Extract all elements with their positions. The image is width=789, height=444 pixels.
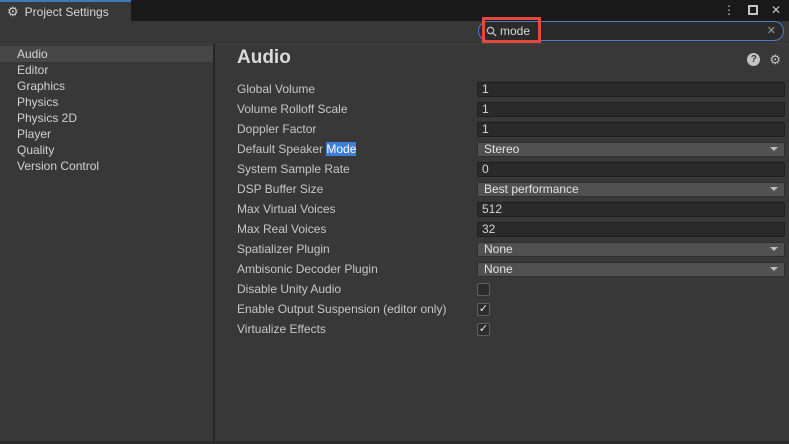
page-title: Audio [237,47,291,69]
setting-label: Global Volume [237,82,477,96]
settings-row-max-real-voices: Max Real Voices [215,219,789,239]
sidebar-item-player[interactable]: Player [0,126,213,142]
setting-control [477,82,785,97]
search-input[interactable] [497,24,767,38]
settings-sidebar: AudioEditorGraphicsPhysicsPhysics 2DPlay… [0,43,215,441]
dropdown-spatializer-plugin[interactable]: None [477,242,785,257]
setting-control: None [477,242,785,257]
setting-control [477,122,785,137]
setting-control: Best performance [477,182,785,197]
dropdown-value: Stereo [484,142,519,156]
settings-row-system-sample-rate: System Sample Rate [215,159,789,179]
presets-gear-icon[interactable]: ⚙ [769,53,781,66]
kebab-menu-icon[interactable]: ⋮ [723,3,735,17]
setting-label: Virtualize Effects [237,322,477,336]
setting-control: None [477,262,785,277]
setting-label: Max Virtual Voices [237,202,477,216]
settings-rows: Global Volume Volume Rolloff Scale Doppler… [215,79,789,339]
toolbar: ✕ [0,21,789,43]
sidebar-item-physics-2d[interactable]: Physics 2D [0,110,213,126]
help-icon[interactable]: ? [747,53,760,66]
sidebar-item-version-control[interactable]: Version Control [0,158,213,174]
tab-title: Project Settings [25,5,109,19]
setting-label: System Sample Rate [237,162,477,176]
checkbox-enable-output-suspension-editor-only[interactable]: ✓ [477,303,490,316]
settings-row-ambisonic-decoder-plugin: Ambisonic Decoder Plugin None [215,259,789,279]
settings-row-default-speaker-mode: Default Speaker Mode Stereo [215,139,789,159]
sidebar-item-editor[interactable]: Editor [0,62,213,78]
setting-label: Enable Output Suspension (editor only) [237,302,477,316]
settings-row-enable-output-suspension-editor-only: Enable Output Suspension (editor only)✓ [215,299,789,319]
settings-row-max-virtual-voices: Max Virtual Voices [215,199,789,219]
setting-label: Doppler Factor [237,122,477,136]
tab-project-settings[interactable]: ⚙ Project Settings [0,0,131,21]
gear-icon: ⚙ [7,5,19,18]
setting-label: Volume Rolloff Scale [237,102,477,116]
settings-row-dsp-buffer-size: DSP Buffer Size Best performance [215,179,789,199]
setting-label: Spatializer Plugin [237,242,477,256]
dropdown-ambisonic-decoder-plugin[interactable]: None [477,262,785,277]
setting-label: DSP Buffer Size [237,182,477,196]
text-field-system-sample-rate[interactable] [477,162,785,177]
clear-search-icon[interactable]: ✕ [767,26,776,37]
setting-control: ✓ [477,323,785,336]
text-field-volume-rolloff-scale[interactable] [477,102,785,117]
search-icon [486,26,497,37]
settings-row-virtualize-effects: Virtualize Effects✓ [215,319,789,339]
setting-label: Disable Unity Audio [237,282,477,296]
window-controls: ⋮ ✕ [723,0,781,19]
maximize-icon[interactable] [748,5,758,15]
setting-control [477,283,785,296]
sidebar-item-audio[interactable]: Audio [0,46,213,62]
chevron-down-icon [770,247,778,251]
text-field-max-real-voices[interactable] [477,222,785,237]
search-match-highlight: Mode [326,142,356,156]
sidebar-item-quality[interactable]: Quality [0,142,213,158]
setting-control [477,222,785,237]
project-settings-window: ⚙ Project Settings ⋮ ✕ ✕ AudioEditorGrap… [0,0,789,444]
chevron-down-icon [770,147,778,151]
setting-label: Ambisonic Decoder Plugin [237,262,477,276]
setting-label: Max Real Voices [237,222,477,236]
setting-control [477,162,785,177]
search-box[interactable]: ✕ [478,21,784,41]
dropdown-default-speaker-mode[interactable]: Stereo [477,142,785,157]
text-field-max-virtual-voices[interactable] [477,202,785,217]
setting-control [477,102,785,117]
settings-row-doppler-factor: Doppler Factor [215,119,789,139]
dropdown-dsp-buffer-size[interactable]: Best performance [477,182,785,197]
settings-row-spatializer-plugin: Spatializer Plugin None [215,239,789,259]
chevron-down-icon [770,187,778,191]
tab-bar: ⚙ Project Settings ⋮ ✕ [0,0,789,21]
setting-control: Stereo [477,142,785,157]
chevron-down-icon [770,267,778,271]
sidebar-item-physics[interactable]: Physics [0,94,213,110]
settings-row-volume-rolloff-scale: Volume Rolloff Scale [215,99,789,119]
dropdown-value: None [484,262,513,276]
checkbox-virtualize-effects[interactable]: ✓ [477,323,490,336]
dropdown-value: None [484,242,513,256]
setting-control: ✓ [477,303,785,316]
checkbox-disable-unity-audio[interactable] [477,283,490,296]
sidebar-item-graphics[interactable]: Graphics [0,78,213,94]
close-icon[interactable]: ✕ [771,3,781,17]
settings-row-global-volume: Global Volume [215,79,789,99]
setting-label: Default Speaker Mode [237,142,477,156]
main-panel: Audio ? ⚙ Global Volume Volume Rolloff Sc… [215,43,789,441]
dropdown-value: Best performance [484,182,579,196]
text-field-doppler-factor[interactable] [477,122,785,137]
content-header: Audio ? ⚙ [237,47,781,69]
text-field-global-volume[interactable] [477,82,785,97]
body: AudioEditorGraphicsPhysicsPhysics 2DPlay… [0,43,789,441]
settings-row-disable-unity-audio: Disable Unity Audio [215,279,789,299]
setting-control [477,202,785,217]
header-icons: ? ⚙ [747,53,781,66]
